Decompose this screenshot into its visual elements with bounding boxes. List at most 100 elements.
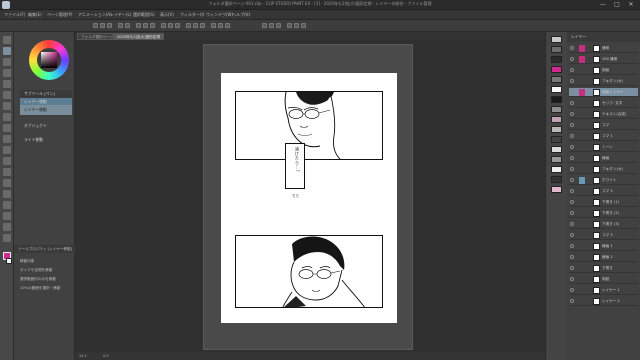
layer-row[interactable]: コマ 2 xyxy=(569,187,638,196)
gradient-tool-icon[interactable] xyxy=(3,179,11,187)
layer-row[interactable]: フキダシ(大) xyxy=(569,165,638,174)
eyedropper-tool-icon[interactable] xyxy=(3,91,11,99)
minimize-button[interactable]: — xyxy=(596,0,610,10)
layer-row[interactable]: 下書き (2) xyxy=(569,209,638,218)
menu-help[interactable]: ヘルプ(H) xyxy=(232,12,250,18)
layer-row[interactable]: テキスト(合成) xyxy=(569,110,638,119)
palette-swatch-15[interactable] xyxy=(551,176,562,183)
layer-row[interactable]: フキダシ(大) xyxy=(569,77,638,86)
layer-row[interactable]: 通常 xyxy=(569,44,638,53)
text-tool-icon[interactable] xyxy=(3,223,11,231)
eye-icon[interactable] xyxy=(570,57,574,61)
palette-swatch-10[interactable] xyxy=(551,126,562,133)
menu-animation[interactable]: アニメーション(A) xyxy=(78,12,112,18)
palette-swatch-3[interactable] xyxy=(551,56,562,63)
eye-icon[interactable] xyxy=(570,189,574,193)
color-wheel[interactable] xyxy=(29,40,69,80)
eye-icon[interactable] xyxy=(570,178,574,182)
manga-page[interactable]: 溶けたら…? ちら xyxy=(221,73,397,323)
eye-icon[interactable] xyxy=(570,255,574,259)
eye-icon[interactable] xyxy=(570,134,574,138)
sub-color-swatch[interactable] xyxy=(6,258,12,264)
selection-tool-icon[interactable] xyxy=(3,69,11,77)
layer-row[interactable]: 100 通常 xyxy=(569,55,638,64)
menu-file[interactable]: ファイル(F) xyxy=(4,12,25,18)
snap-grid-icon[interactable] xyxy=(200,23,205,28)
eye-icon[interactable] xyxy=(570,233,574,237)
palette-swatch-9[interactable] xyxy=(551,116,562,123)
menu-edit[interactable]: 編集(E) xyxy=(28,12,42,18)
eye-icon[interactable] xyxy=(570,46,574,50)
clear-outside-icon[interactable] xyxy=(143,23,148,28)
canvas-area[interactable]: 溶けたら…? ちら xyxy=(75,40,545,360)
hand-icon[interactable] xyxy=(301,23,306,28)
eye-icon[interactable] xyxy=(570,68,574,72)
save-icon[interactable] xyxy=(107,23,112,28)
brush-tool-icon[interactable] xyxy=(3,124,11,132)
menu-layer[interactable]: レイヤー(L) xyxy=(110,12,131,18)
pencil-tool-icon[interactable] xyxy=(3,113,11,121)
eye-icon[interactable] xyxy=(570,90,574,94)
layer-row[interactable]: レイヤー 1 xyxy=(569,286,638,295)
eraser-tool-icon[interactable] xyxy=(3,146,11,154)
pen-tool-icon[interactable] xyxy=(3,102,11,110)
move-tool-icon[interactable] xyxy=(3,47,11,55)
eye-icon[interactable] xyxy=(570,211,574,215)
palette-swatch-2[interactable] xyxy=(551,46,562,53)
eye-icon[interactable] xyxy=(570,101,574,105)
airbrush-tool-icon[interactable] xyxy=(3,135,11,143)
rotate-icon[interactable] xyxy=(269,23,274,28)
tab-document-1[interactable]: フォルダ選択ページ xyxy=(77,33,118,40)
eye-icon[interactable] xyxy=(570,244,574,248)
operation-tool-icon[interactable] xyxy=(3,58,11,66)
layer-row[interactable]: コマ xyxy=(569,121,638,130)
layer-row[interactable]: コマ 3 xyxy=(569,231,638,240)
lasso-tool-icon[interactable] xyxy=(3,80,11,88)
new-icon[interactable] xyxy=(93,23,98,28)
menu-view[interactable]: 表示(V) xyxy=(160,12,174,18)
palette-swatch-4[interactable] xyxy=(551,66,562,73)
subtool-item-light-move[interactable]: ライト移動 xyxy=(20,136,72,144)
invert-selection-icon[interactable] xyxy=(175,23,180,28)
palette-swatch-13[interactable] xyxy=(551,156,562,163)
frame-icon[interactable] xyxy=(225,23,230,28)
zoom-icon[interactable] xyxy=(262,23,267,28)
angle-value[interactable]: 0.0 xyxy=(103,354,109,358)
layer-row[interactable]: 用紙 xyxy=(569,275,638,284)
fill-icon[interactable] xyxy=(150,23,155,28)
figure-tool-icon[interactable] xyxy=(3,190,11,198)
layer-row[interactable]: コマ 1 xyxy=(569,132,638,141)
snap-special-ruler-icon[interactable] xyxy=(193,23,198,28)
frame-border-tool-icon[interactable] xyxy=(3,201,11,209)
layer-row[interactable]: セリフ: 文字 xyxy=(569,99,638,108)
eye-icon[interactable] xyxy=(570,145,574,149)
palette-swatch-12[interactable] xyxy=(551,146,562,153)
undo-icon[interactable] xyxy=(118,23,123,28)
eye-icon[interactable] xyxy=(570,222,574,226)
property-move-guides[interactable]: ガイドや定規を移動 xyxy=(20,268,52,273)
palette-swatch-14[interactable] xyxy=(551,166,562,173)
grid-icon[interactable] xyxy=(218,23,223,28)
zoom-value[interactable]: 34.2 xyxy=(79,354,87,358)
eye-icon[interactable] xyxy=(570,112,574,116)
eye-icon[interactable] xyxy=(570,156,574,160)
eye-icon[interactable] xyxy=(570,167,574,171)
fit-icon[interactable] xyxy=(287,23,292,28)
eye-icon[interactable] xyxy=(570,79,574,83)
menu-window[interactable]: ウィンドウ(W) xyxy=(206,12,233,18)
speech-balloon[interactable]: 溶けたら…? xyxy=(285,143,305,189)
actual-size-icon[interactable] xyxy=(294,23,299,28)
layer-row[interactable]: 下書き (1) xyxy=(569,198,638,207)
transform-icon[interactable] xyxy=(161,23,166,28)
eye-icon[interactable] xyxy=(570,123,574,127)
maximize-button[interactable]: □ xyxy=(610,0,624,10)
clear-icon[interactable] xyxy=(136,23,141,28)
ruler-icon[interactable] xyxy=(211,23,216,28)
redo-icon[interactable] xyxy=(125,23,130,28)
color-square[interactable] xyxy=(41,52,57,68)
menu-page[interactable]: ページ管理(P) xyxy=(47,12,72,18)
layer-row[interactable]: 下書き xyxy=(569,264,638,273)
zoom-tool-icon[interactable] xyxy=(3,36,11,44)
eye-icon[interactable] xyxy=(570,266,574,270)
layer-row[interactable]: 下書き (3) xyxy=(569,220,638,229)
